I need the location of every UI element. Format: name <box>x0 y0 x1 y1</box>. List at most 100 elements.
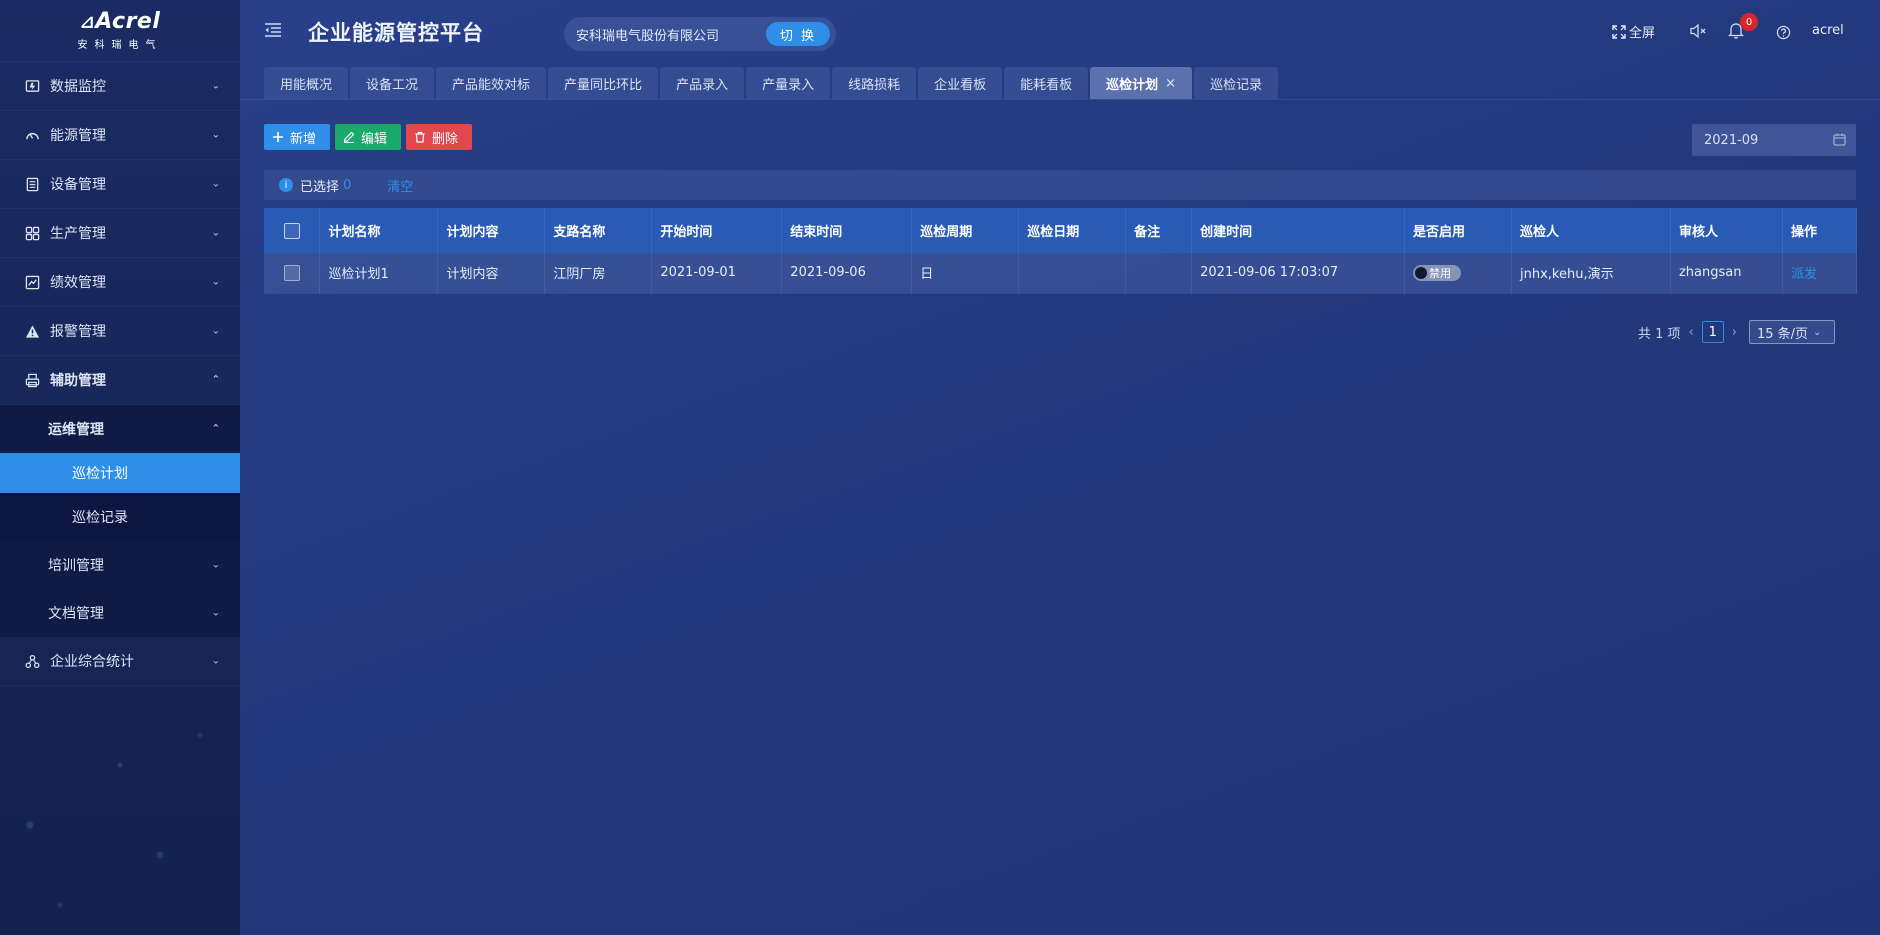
tab-energy-board[interactable]: 能耗看板 <box>1004 67 1089 99</box>
sidebar-item-auxiliary[interactable]: 辅助管理 ⌃ <box>0 356 240 405</box>
mute-icon[interactable] <box>1689 23 1707 43</box>
tab-line-loss[interactable]: 线路损耗 <box>832 67 917 99</box>
cell-action: 派发 <box>1782 253 1858 294</box>
column-header[interactable]: 巡检日期 <box>1018 208 1127 253</box>
fullscreen-button[interactable]: 全屏 <box>1612 22 1682 41</box>
cell-remark <box>1125 253 1193 294</box>
column-header[interactable]: 开始时间 <box>651 208 783 253</box>
tab-enterprise-board[interactable]: 企业看板 <box>918 67 1003 99</box>
logo-subtitle: 安科瑞电气 <box>77 39 163 51</box>
table-row[interactable]: 巡检计划1 计划内容 江阴厂房 2021-09-01 2021-09-06 日 … <box>264 253 1858 294</box>
month-picker[interactable]: 2021-09 <box>1692 124 1856 156</box>
sidebar-item-label: 辅助管理 <box>50 373 106 389</box>
chevron-down-icon: ⌄ <box>211 655 220 667</box>
trash-icon <box>414 131 426 143</box>
cell-end-time: 2021-09-06 <box>781 253 913 294</box>
add-button[interactable]: 新增 <box>264 124 330 150</box>
column-header[interactable]: 计划名称 <box>319 208 439 253</box>
chevron-down-icon: ⌄ <box>211 129 220 141</box>
select-all-cell <box>264 208 321 253</box>
cell-inspector: jnhx,kehu,演示 <box>1511 253 1671 294</box>
sidebar-item-docs[interactable]: 文档管理 ⌄ <box>0 589 240 637</box>
delete-label: 删除 <box>432 131 459 147</box>
sidebar-item-energy[interactable]: 能源管理 ⌄ <box>0 111 240 160</box>
chevron-up-icon: ⌃ <box>211 374 220 386</box>
sidebar-item-production[interactable]: 生产管理 ⌄ <box>0 209 240 258</box>
delete-button[interactable]: 删除 <box>406 124 472 150</box>
sidebar-item-enterprise-stats[interactable]: 企业综合统计 ⌄ <box>0 637 240 686</box>
month-value: 2021-09 <box>1704 132 1759 148</box>
selection-label: 已选择 <box>300 179 340 195</box>
close-icon[interactable]: × <box>1165 76 1176 91</box>
column-header[interactable]: 支路名称 <box>544 208 653 253</box>
page-size-select[interactable]: 15 条/页 ⌄ <box>1748 320 1835 344</box>
column-header[interactable]: 创建时间 <box>1191 208 1406 253</box>
column-header[interactable]: 巡检周期 <box>911 208 1020 253</box>
tab-output-comparison[interactable]: 产量同比环比 <box>548 67 659 99</box>
dispatch-link[interactable]: 派发 <box>1791 267 1817 282</box>
enable-toggle[interactable]: 禁用 <box>1413 264 1462 281</box>
chevron-up-icon: ⌃ <box>211 423 220 435</box>
prev-page-icon[interactable]: ‹ <box>1689 325 1694 340</box>
sidebar-item-inspection-record[interactable]: 巡检记录 <box>0 493 240 541</box>
column-header[interactable]: 结束时间 <box>781 208 913 253</box>
chart-icon <box>24 274 40 290</box>
sidebar-item-device[interactable]: 设备管理 ⌄ <box>0 160 240 209</box>
logo: ⊿Acrel 安科瑞电气 <box>0 0 240 62</box>
column-header[interactable]: 巡检人 <box>1511 208 1671 253</box>
add-label: 新增 <box>290 131 317 147</box>
total-count: 共 1 项 <box>1638 326 1681 342</box>
cell-inspection-date <box>1018 253 1127 294</box>
clear-selection-link[interactable]: 清空 <box>387 176 413 195</box>
column-header[interactable]: 是否启用 <box>1404 208 1513 253</box>
pagination: 共 1 项 ‹ 1 › 15 条/页 ⌄ <box>1638 320 1835 344</box>
sidebar-item-label: 能源管理 <box>50 128 106 144</box>
column-header[interactable]: 操作 <box>1782 208 1858 253</box>
help-icon[interactable] <box>1776 25 1791 44</box>
sidebar-item-data-monitor[interactable]: 数据监控 ⌄ <box>0 62 240 111</box>
menu-fold-icon[interactable] <box>264 21 282 39</box>
chevron-down-icon: ⌄ <box>211 607 220 619</box>
printer-icon <box>24 372 40 388</box>
sidebar-item-label: 数据监控 <box>50 79 106 95</box>
chevron-down-icon: ⌄ <box>211 80 220 92</box>
sidebar-item-performance[interactable]: 绩效管理 ⌄ <box>0 258 240 307</box>
cell-reviewer: zhangsan <box>1670 253 1783 294</box>
sidebar-item-label: 绩效管理 <box>50 275 106 291</box>
tab-product-benchmark[interactable]: 产品能效对标 <box>436 67 547 99</box>
fullscreen-label: 全屏 <box>1629 26 1656 41</box>
chevron-down-icon: ⌄ <box>211 325 220 337</box>
tab-output-entry[interactable]: 产量录入 <box>746 67 831 99</box>
next-page-icon[interactable]: › <box>1732 325 1737 340</box>
switch-company-button[interactable]: 切 换 <box>766 22 830 46</box>
sidebar: ⊿Acrel 安科瑞电气 数据监控 ⌄ 能源管理 ⌄ 设备管理 ⌄ 生产管理 ⌄ <box>0 0 240 935</box>
tab-energy-overview[interactable]: 用能概况 <box>264 67 349 99</box>
tabs-divider <box>240 99 1880 100</box>
monitor-icon <box>24 78 40 94</box>
sidebar-item-alarm[interactable]: 报警管理 ⌄ <box>0 307 240 356</box>
select-all-checkbox[interactable] <box>284 222 300 239</box>
tab-device-status[interactable]: 设备工况 <box>350 67 435 99</box>
gauge-icon <box>24 127 40 143</box>
column-header[interactable]: 计划内容 <box>437 208 546 253</box>
expand-icon <box>1612 24 1626 39</box>
column-header[interactable]: 审核人 <box>1670 208 1783 253</box>
tab-inspection-record[interactable]: 巡检记录 <box>1194 67 1279 99</box>
cell-branch-name: 江阴厂房 <box>544 253 653 294</box>
info-icon: i <box>279 178 293 192</box>
row-checkbox[interactable] <box>284 264 300 281</box>
sidebar-item-inspection-plan[interactable]: 巡检计划 <box>0 453 240 493</box>
sidebar-item-training[interactable]: 培训管理 ⌄ <box>0 541 240 589</box>
column-header[interactable]: 备注 <box>1125 208 1193 253</box>
toggle-knob <box>1415 266 1428 279</box>
page-number-button[interactable]: 1 <box>1701 321 1724 343</box>
tab-product-entry[interactable]: 产品录入 <box>660 67 745 99</box>
chevron-down-icon: ⌄ <box>211 559 220 571</box>
edit-button[interactable]: 编辑 <box>335 124 401 150</box>
user-name[interactable]: acrel <box>1812 23 1844 38</box>
plus-icon <box>272 131 284 143</box>
sidebar-item-ops[interactable]: 运维管理 ⌃ <box>0 405 240 453</box>
tab-inspection-plan[interactable]: 巡检计划 × <box>1090 67 1193 99</box>
auxiliary-submenu: 运维管理 ⌃ 巡检计划 巡检记录 培训管理 ⌄ 文档管理 ⌄ <box>0 405 240 637</box>
edit-label: 编辑 <box>361 131 388 147</box>
